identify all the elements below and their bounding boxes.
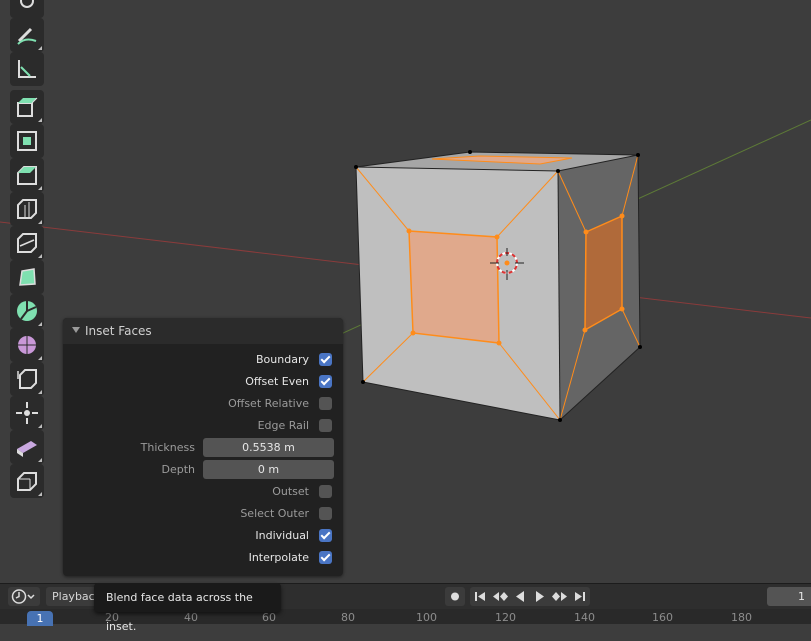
- panel-header[interactable]: Inset Faces: [63, 318, 343, 344]
- clock-icon: [11, 589, 35, 604]
- offset-relative-checkbox[interactable]: [319, 397, 332, 410]
- play-icon: [536, 591, 544, 602]
- rip-region-tool-button[interactable]: [10, 464, 44, 498]
- bevel-icon: [17, 166, 37, 185]
- option-individual[interactable]: Individual: [63, 525, 343, 547]
- poly-build-tool-button[interactable]: [10, 260, 44, 294]
- shear-icon: [17, 441, 37, 457]
- thickness-field[interactable]: 0.5538 m: [203, 438, 334, 457]
- partial-tool-button[interactable]: [10, 0, 44, 18]
- extrude-region-icon: [17, 97, 38, 117]
- ruler-tick: 100: [416, 611, 437, 624]
- spin-tool-button[interactable]: [10, 294, 44, 328]
- ruler-tick: 180: [731, 611, 752, 624]
- select-outer-checkbox[interactable]: [319, 507, 332, 520]
- extrude-region-tool-button[interactable]: [10, 90, 44, 124]
- shrink-fatten-icon: [16, 402, 38, 424]
- rip-region-icon: [17, 472, 37, 491]
- panel-title: Inset Faces: [85, 324, 152, 338]
- play-reverse-button[interactable]: [510, 587, 530, 606]
- smooth-icon: [18, 336, 36, 354]
- poly-build-icon: [19, 268, 36, 286]
- ruler-tick: 80: [341, 611, 355, 624]
- prev-keyframe-icon: [493, 592, 508, 601]
- jump-start-icon: [475, 592, 485, 601]
- option-label: Boundary: [256, 353, 309, 366]
- boundary-checkbox[interactable]: [319, 353, 332, 366]
- loop-cut-tool-button[interactable]: [10, 192, 44, 226]
- jump-end-icon: [575, 592, 585, 601]
- option-label: Offset Even: [245, 375, 309, 388]
- smooth-tool-button[interactable]: [10, 328, 44, 362]
- inset-front-face: [408, 230, 500, 344]
- inset-right-face: [584, 214, 623, 332]
- ruler-tick: 140: [574, 611, 595, 624]
- 3d-viewport[interactable]: Inset Faces Boundary Offset Even Offset …: [0, 0, 811, 580]
- individual-checkbox[interactable]: [319, 529, 332, 542]
- knife-tool-button[interactable]: [10, 226, 44, 260]
- play-button[interactable]: [530, 587, 550, 606]
- operator-panel: Inset Faces Boundary Offset Even Offset …: [63, 318, 343, 576]
- outset-checkbox[interactable]: [319, 485, 332, 498]
- edge-slide-icon: [17, 369, 37, 389]
- thickness-label: Thickness: [140, 441, 195, 454]
- spin-icon: [17, 301, 37, 321]
- collapse-triangle-icon[interactable]: [72, 327, 80, 333]
- ruler-tick: 40: [184, 611, 198, 624]
- knife-icon: [17, 233, 37, 253]
- annotate-icon: [17, 27, 37, 45]
- option-label: Interpolate: [248, 551, 309, 564]
- ruler-tick: 160: [652, 611, 673, 624]
- next-keyframe-button[interactable]: [550, 587, 570, 606]
- option-label: Individual: [255, 529, 309, 542]
- loop-cut-icon: [17, 199, 37, 219]
- option-label: Edge Rail: [257, 419, 309, 432]
- option-interpolate[interactable]: Interpolate: [63, 547, 343, 569]
- option-label: Outset: [272, 485, 309, 498]
- record-button[interactable]: [445, 587, 465, 606]
- option-offset-relative[interactable]: Offset Relative: [63, 393, 343, 415]
- depth-label: Depth: [161, 463, 195, 476]
- jump-start-button[interactable]: [470, 587, 490, 606]
- edge-rail-checkbox[interactable]: [319, 419, 332, 432]
- option-edge-rail[interactable]: Edge Rail: [63, 415, 343, 437]
- depth-field[interactable]: 0 m: [203, 460, 334, 479]
- ruler-tick: 60: [262, 611, 276, 624]
- record-icon: [451, 592, 459, 601]
- option-outset[interactable]: Outset: [63, 481, 343, 503]
- measure-icon: [18, 60, 36, 78]
- bevel-tool-button[interactable]: [10, 158, 44, 192]
- annotate-tool-button[interactable]: [10, 18, 44, 52]
- play-reverse-icon: [516, 591, 524, 602]
- interpolate-checkbox[interactable]: [319, 551, 332, 564]
- shear-tool-button[interactable]: [10, 430, 44, 464]
- editor-type-button[interactable]: [8, 587, 40, 606]
- option-select-outer[interactable]: Select Outer: [63, 503, 343, 525]
- depth-row: Depth 0 m: [63, 459, 343, 481]
- option-offset-even[interactable]: Offset Even: [63, 371, 343, 393]
- prev-keyframe-button[interactable]: [490, 587, 510, 606]
- offset-even-checkbox[interactable]: [319, 375, 332, 388]
- thickness-row: Thickness 0.5538 m: [63, 437, 343, 459]
- current-frame-field[interactable]: 1: [767, 587, 811, 606]
- option-label: Offset Relative: [228, 397, 309, 410]
- tooltip: Blend face data across the inset.: [94, 583, 281, 633]
- ruler-tick: 120: [495, 611, 516, 624]
- jump-end-button[interactable]: [570, 587, 590, 606]
- option-label: Select Outer: [240, 507, 309, 520]
- next-keyframe-icon: [552, 592, 567, 601]
- edge-slide-tool-button[interactable]: [10, 362, 44, 396]
- measure-tool-button[interactable]: [10, 52, 44, 86]
- option-boundary[interactable]: Boundary: [63, 349, 343, 371]
- shrink-fatten-tool-button[interactable]: [10, 396, 44, 430]
- inset-faces-icon: [17, 131, 37, 151]
- inset-faces-tool-button[interactable]: [10, 124, 44, 158]
